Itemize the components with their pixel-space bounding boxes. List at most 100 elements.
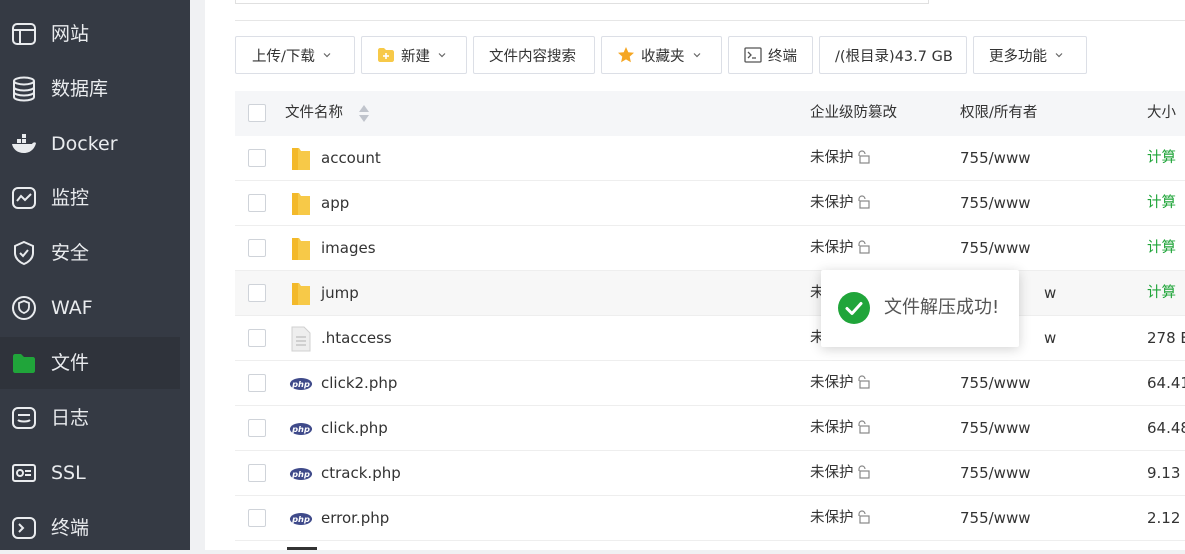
protection-status[interactable]: 未保护: [810, 361, 870, 406]
table-row[interactable]: app 未保护 755/www 计算: [235, 181, 1185, 226]
php-file-icon: php: [289, 423, 313, 435]
file-manager-panel: 上传/下载 新建 文件内容搜索 收藏夹 终端 /(根目录)43.7 GB 更多功…: [205, 0, 1185, 550]
sidebar-item-ssl[interactable]: SSL: [0, 447, 180, 499]
header-name[interactable]: 文件名称: [285, 91, 343, 136]
sidebar-item-terminal[interactable]: 终端: [0, 502, 180, 554]
calc-size-link[interactable]: 计算: [1147, 136, 1176, 181]
protection-status[interactable]: 未保护: [810, 451, 870, 496]
path-tabs: [235, 0, 929, 4]
table-row[interactable]: php error.php 未保护 755/www 2.12 K: [235, 496, 1185, 541]
permission-owner[interactable]: w: [1044, 316, 1056, 361]
protection-status[interactable]: 未保护: [810, 406, 870, 451]
favorites-label: 收藏夹: [641, 48, 685, 65]
unlock-icon: [857, 375, 870, 389]
file-name[interactable]: account: [321, 136, 381, 181]
sidebar-item-website[interactable]: 网站: [0, 8, 180, 60]
text-file-icon: [291, 326, 311, 352]
file-name[interactable]: ctrack.php: [321, 451, 401, 496]
row-checkbox[interactable]: [248, 509, 266, 527]
sidebar-item-database[interactable]: 数据库: [0, 63, 180, 115]
terminal-icon: [12, 517, 36, 539]
file-name[interactable]: .htaccess: [321, 316, 392, 361]
protection-status[interactable]: 未保护: [810, 496, 870, 541]
sidebar-item-logs[interactable]: 日志: [0, 392, 180, 444]
sidebar-item-monitor[interactable]: 监控: [0, 172, 180, 224]
sidebar-item-label: 网站: [51, 23, 90, 45]
disk-usage-button[interactable]: /(根目录)43.7 GB: [819, 36, 967, 74]
unlock-icon: [857, 465, 870, 479]
terminal-label: 终端: [768, 48, 797, 65]
sidebar-item-waf[interactable]: WAF: [0, 282, 180, 334]
more-functions-button[interactable]: 更多功能: [973, 36, 1087, 74]
sort-icon[interactable]: [358, 104, 370, 123]
file-name[interactable]: error.php: [321, 496, 389, 541]
sidebar: 网站 数据库 Docker 监控 安全 WAF 文件 日志 SSL 终端: [0, 0, 190, 550]
permission-owner[interactable]: w: [1044, 271, 1056, 316]
log-icon: [12, 407, 36, 429]
website-icon: [12, 23, 36, 45]
svg-text:php: php: [291, 514, 310, 524]
file-size: 9.13 K: [1147, 464, 1185, 482]
svg-text:php: php: [291, 469, 310, 479]
file-name[interactable]: click.php: [321, 406, 388, 451]
star-icon: [618, 47, 634, 63]
sidebar-item-docker[interactable]: Docker: [0, 118, 180, 170]
folder-icon: [292, 283, 310, 305]
row-checkbox[interactable]: [248, 374, 266, 392]
new-button[interactable]: 新建: [361, 36, 467, 74]
sidebar-item-label: 数据库: [51, 78, 109, 100]
permission-owner[interactable]: 755/www: [960, 226, 1031, 271]
row-checkbox[interactable]: [248, 464, 266, 482]
docker-icon: [12, 134, 36, 153]
unlock-icon: [857, 150, 870, 164]
sidebar-item-files[interactable]: 文件: [0, 337, 180, 389]
permission-owner[interactable]: 755/www: [960, 496, 1031, 541]
sidebar-item-security[interactable]: 安全: [0, 227, 180, 279]
row-checkbox[interactable]: [248, 419, 266, 437]
sidebar-item-label: SSL: [51, 462, 86, 484]
file-name[interactable]: jump: [321, 271, 359, 316]
protection-status[interactable]: 未保护: [810, 226, 870, 271]
row-checkbox[interactable]: [248, 149, 266, 167]
permission-owner[interactable]: 755/www: [960, 181, 1031, 226]
table-row[interactable]: php click2.php 未保护 755/www 64.41: [235, 361, 1185, 406]
permission-owner[interactable]: 755/www: [960, 406, 1031, 451]
file-name[interactable]: app: [321, 181, 349, 226]
row-checkbox[interactable]: [248, 329, 266, 347]
sidebar-item-label: 安全: [51, 242, 90, 264]
php-file-icon: php: [289, 378, 313, 390]
calc-size-link[interactable]: 计算: [1147, 226, 1176, 271]
select-all-checkbox[interactable]: [248, 104, 266, 122]
favorites-button[interactable]: 收藏夹: [601, 36, 722, 74]
row-checkbox[interactable]: [248, 194, 266, 212]
permission-owner[interactable]: 755/www: [960, 136, 1031, 181]
protection-status[interactable]: 未保护: [810, 181, 870, 226]
monitor-icon: [12, 187, 36, 209]
permission-owner[interactable]: 755/www: [960, 361, 1031, 406]
folder-icon: [292, 148, 310, 170]
waf-icon: [12, 296, 36, 320]
unlock-icon: [857, 240, 870, 254]
protection-status[interactable]: 未保护: [810, 136, 870, 181]
upload-download-button[interactable]: 上传/下载: [235, 36, 355, 74]
table-row[interactable]: php ctrack.php 未保护 755/www 9.13 K: [235, 451, 1185, 496]
calc-size-link[interactable]: 计算: [1147, 181, 1176, 226]
row-checkbox[interactable]: [248, 239, 266, 257]
table-row[interactable]: account 未保护 755/www 计算: [235, 136, 1185, 181]
table-row[interactable]: php click.php 未保护 755/www 64.48: [235, 406, 1185, 451]
table-header: 文件名称 企业级防篡改 权限/所有者 大小: [235, 91, 1185, 136]
sidebar-item-label: 监控: [51, 187, 90, 209]
calc-size-link[interactable]: 计算: [1147, 271, 1176, 316]
table-row[interactable]: .htaccess 未 w 278 B: [235, 316, 1185, 361]
terminal-button[interactable]: 终端: [728, 36, 813, 74]
table-row[interactable]: images 未保护 755/www 计算: [235, 226, 1185, 271]
content-search-button[interactable]: 文件内容搜索: [473, 36, 595, 74]
sidebar-item-label: Docker: [51, 133, 118, 155]
permission-owner[interactable]: 755/www: [960, 451, 1031, 496]
file-name[interactable]: click2.php: [321, 361, 397, 406]
table-row[interactable]: jump 未 w 计算: [235, 271, 1185, 316]
file-name[interactable]: images: [321, 226, 376, 271]
unlock-icon: [857, 195, 870, 209]
sidebar-item-label: WAF: [51, 297, 93, 319]
row-checkbox[interactable]: [248, 284, 266, 302]
